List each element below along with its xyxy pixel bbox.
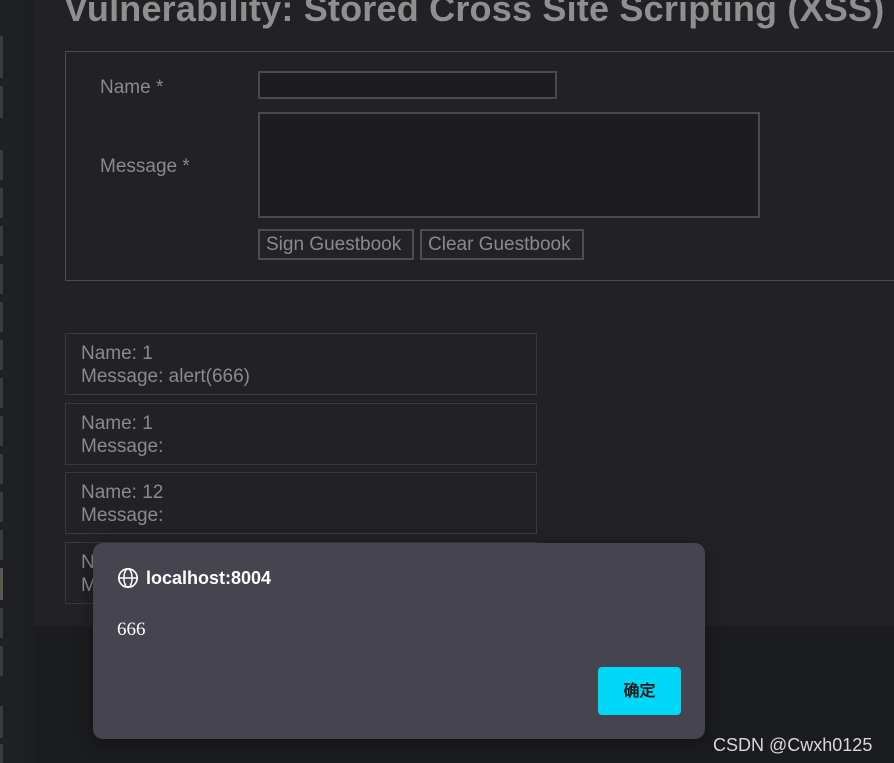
alert-origin-text: localhost:8004 xyxy=(146,567,272,588)
rail-marker xyxy=(0,150,3,180)
browser-page: Vulnerability: Stored Cross Site Scripti… xyxy=(0,0,894,763)
rail-marker xyxy=(0,416,3,446)
entry-message: Message: alert(666) xyxy=(81,365,250,387)
rail-marker xyxy=(0,706,3,738)
watermark: CSDN @Cwxh0125 xyxy=(713,735,873,755)
sign-guestbook-button[interactable]: Sign Guestbook xyxy=(258,229,414,260)
entry-name: Name: 1 xyxy=(81,413,153,434)
message-label: Message * xyxy=(100,156,190,177)
rail-marker xyxy=(0,226,3,256)
rail-marker xyxy=(0,744,3,763)
rail-marker xyxy=(0,36,3,78)
alert-origin: localhost:8004 xyxy=(117,567,271,589)
rail-marker xyxy=(0,340,3,370)
page-title: Vulnerability: Stored Cross Site Scripti… xyxy=(64,0,885,29)
guestbook-form: Name * Message * Sign Guestbook Clear Gu… xyxy=(65,51,894,281)
rail-marker xyxy=(0,264,3,294)
rail-marker xyxy=(0,454,3,484)
message-textarea[interactable] xyxy=(258,112,760,218)
ok-button[interactable]: 确定 xyxy=(598,667,681,715)
left-sidebar-rail xyxy=(0,0,25,763)
alert-dialog: localhost:8004 666 确定 xyxy=(93,543,705,739)
globe-icon xyxy=(118,568,138,588)
clear-guestbook-button[interactable]: Clear Guestbook xyxy=(420,229,584,260)
rail-marker xyxy=(0,646,3,676)
rail-marker xyxy=(0,608,3,638)
guestbook-entry: Name: 1 Message: alert(666) xyxy=(65,333,537,395)
entry-message: Message: xyxy=(81,504,164,526)
rail-marker xyxy=(0,86,3,118)
name-input[interactable] xyxy=(258,71,557,99)
content-gutter xyxy=(24,0,34,763)
guestbook-entry: Name: 1 Message: xyxy=(65,403,537,465)
guestbook-entry: Name: 12 Message: xyxy=(65,472,537,534)
rail-marker xyxy=(0,530,3,560)
rail-marker xyxy=(0,302,3,332)
entry-name: Name: 1 xyxy=(81,343,153,364)
name-label: Name * xyxy=(100,77,164,98)
entry-name: Name: 12 xyxy=(81,482,164,503)
rail-marker xyxy=(0,188,3,218)
alert-message: 666 xyxy=(117,619,146,640)
entry-message: Message: xyxy=(81,435,164,457)
rail-marker xyxy=(0,378,3,408)
rail-marker xyxy=(0,492,3,522)
rail-marker xyxy=(0,568,3,600)
